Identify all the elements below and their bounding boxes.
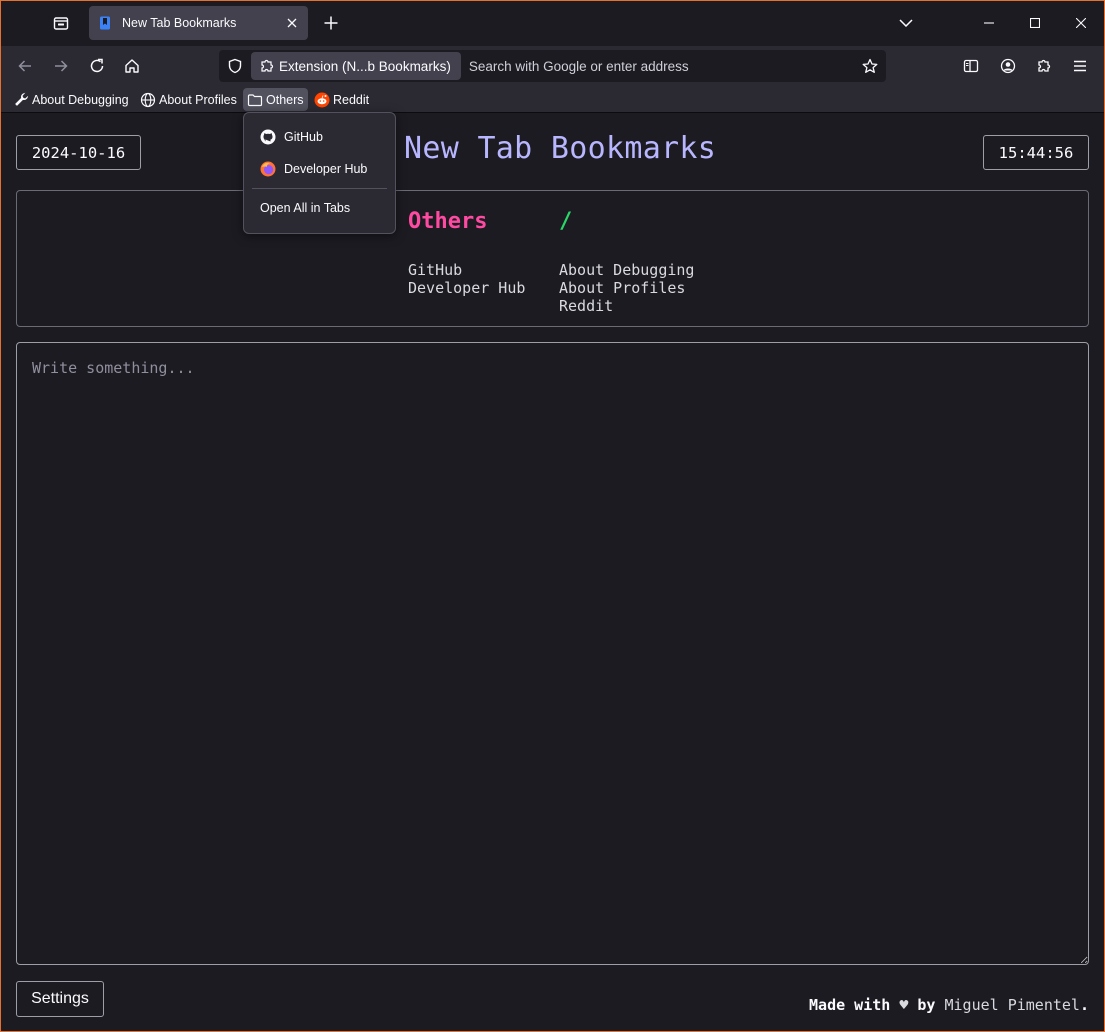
notes-textarea[interactable] [16, 342, 1089, 965]
hamburger-menu-icon [1074, 60, 1086, 72]
bookmark-link-github[interactable]: GitHub [408, 261, 525, 279]
close-icon [1076, 18, 1086, 28]
forward-button[interactable] [45, 50, 77, 82]
bookmark-icon [97, 15, 113, 31]
extensions-button[interactable] [1028, 50, 1060, 82]
puzzle-icon [259, 58, 275, 74]
maximize-button[interactable] [1012, 0, 1058, 46]
home-icon [125, 59, 139, 73]
bookmark-label: About Debugging [32, 92, 129, 107]
firefox-view-button[interactable] [44, 6, 78, 40]
arrow-left-icon [18, 60, 31, 72]
address-input[interactable] [468, 58, 854, 74]
plus-icon [324, 16, 338, 30]
bookmark-about-debugging[interactable]: About Debugging [9, 88, 133, 111]
footer-period: . [1079, 996, 1089, 1014]
reddit-icon [314, 92, 330, 108]
identity-label: Extension (N...b Bookmarks) [279, 58, 451, 74]
heart-icon: ♥ [899, 996, 909, 1014]
author-name: Miguel Pimentel [944, 996, 1080, 1014]
chevron-down-icon [899, 19, 913, 27]
app-menu-button[interactable] [1064, 50, 1096, 82]
minimize-button[interactable] [966, 0, 1012, 46]
globe-icon [140, 92, 156, 108]
menu-separator [252, 188, 387, 189]
identity-box[interactable]: Extension (N...b Bookmarks) [251, 52, 461, 80]
bookmark-column-others: Others GitHub Developer Hub [408, 209, 525, 297]
minimize-icon [984, 22, 994, 24]
menu-item-label: Developer Hub [284, 162, 368, 176]
firefox-icon [260, 161, 276, 177]
github-icon [260, 129, 276, 145]
bookmark-label: About Profiles [159, 92, 237, 107]
close-icon[interactable] [284, 15, 300, 31]
tab-title: New Tab Bookmarks [122, 16, 237, 30]
account-icon [1000, 58, 1016, 74]
column-heading: Others [408, 209, 488, 234]
list-all-tabs-button[interactable] [889, 6, 923, 40]
tab-new-tab-bookmarks[interactable]: New Tab Bookmarks [89, 6, 308, 40]
menu-item-github[interactable]: GitHub [244, 121, 395, 153]
bookmark-link-developer-hub[interactable]: Developer Hub [408, 279, 525, 297]
back-button[interactable] [9, 50, 41, 82]
bookmark-link-about-debugging[interactable]: About Debugging [559, 261, 694, 279]
bookmark-folder-others[interactable]: Others [243, 88, 308, 111]
sidebar-icon [963, 59, 979, 73]
menu-item-open-all-in-tabs[interactable]: Open All in Tabs [244, 192, 395, 224]
bookmark-star-button[interactable] [854, 50, 886, 82]
bookmark-about-profiles[interactable]: About Profiles [136, 88, 241, 111]
bookmarks-panel: Others GitHub Developer Hub / About Debu… [16, 190, 1089, 327]
reload-icon [90, 58, 104, 73]
menu-item-developer-hub[interactable]: Developer Hub [244, 153, 395, 185]
settings-button[interactable]: Settings [16, 981, 104, 1017]
url-bar[interactable]: Extension (N...b Bookmarks) [219, 50, 886, 82]
home-button[interactable] [116, 50, 148, 82]
folder-icon [247, 92, 263, 108]
menu-item-label: Open All in Tabs [260, 201, 351, 215]
author-link[interactable]: Miguel Pimentel [945, 996, 1080, 1014]
new-tab-button[interactable] [314, 6, 348, 40]
shield-icon [228, 58, 242, 74]
bookmark-label: Others [266, 92, 304, 107]
bookmark-link-reddit[interactable]: Reddit [559, 297, 694, 315]
puzzle-icon [1038, 59, 1051, 72]
maximize-icon [1030, 18, 1040, 28]
bookmark-label: Reddit [333, 92, 370, 107]
bookmark-link-about-profiles[interactable]: About Profiles [559, 279, 694, 297]
bookmark-reddit[interactable]: Reddit [310, 88, 373, 111]
page-content: 2024-10-16 New Tab Bookmarks 15:44:56 Ot… [0, 114, 1105, 1032]
reload-button[interactable] [81, 50, 113, 82]
sidebar-button[interactable] [955, 50, 987, 82]
date-display: 2024-10-16 [16, 135, 141, 170]
column-heading: / [559, 209, 573, 234]
star-icon [862, 58, 878, 73]
wrench-icon [13, 92, 29, 108]
bookmark-column-root: / About Debugging About Profiles Reddit [559, 209, 694, 315]
clock-display: 15:44:56 [983, 135, 1089, 170]
title-bar: New Tab Bookmarks [0, 0, 1105, 46]
tracking-protection-button[interactable] [219, 50, 251, 82]
menu-item-label: GitHub [284, 130, 323, 144]
others-folder-menu: GitHub Developer Hub Open All in Tabs [243, 112, 396, 234]
footer-by: by [917, 996, 936, 1014]
account-button[interactable] [992, 50, 1024, 82]
navigation-toolbar: Extension (N...b Bookmarks) [0, 46, 1105, 86]
bookmarks-toolbar: About Debugging About Profiles Others Re… [0, 86, 1105, 113]
close-window-button[interactable] [1058, 0, 1104, 46]
page-title: New Tab Bookmarks [404, 131, 717, 166]
footer-credit: Made with ♥ by Miguel Pimentel. [809, 996, 1089, 1014]
firefox-view-icon [53, 17, 69, 30]
arrow-right-icon [55, 60, 68, 72]
footer-made-with: Made with [809, 996, 891, 1014]
